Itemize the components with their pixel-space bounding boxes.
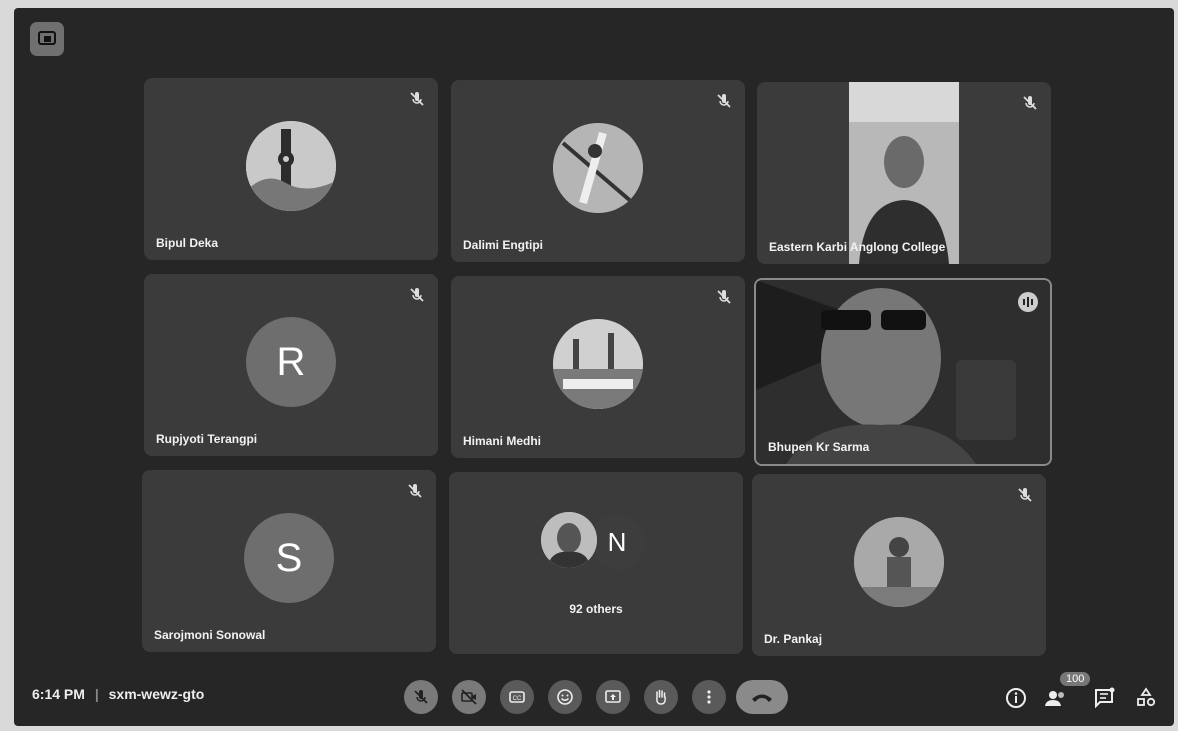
more-vertical-icon bbox=[707, 690, 711, 704]
raise-hand-icon bbox=[656, 689, 666, 705]
avatar bbox=[553, 319, 643, 409]
bottom-control-bar: 6:14 PM | sxm-wewz-gto CC 100 bbox=[14, 668, 1174, 726]
clock-time: 6:14 PM bbox=[32, 686, 85, 702]
participant-name: Eastern Karbi Anglong College bbox=[769, 240, 946, 254]
leave-call-button[interactable] bbox=[736, 680, 788, 714]
mic-off-icon bbox=[717, 290, 731, 304]
speaking-indicator-icon bbox=[1018, 292, 1038, 312]
avatar bbox=[246, 121, 336, 211]
chat-icon bbox=[1095, 687, 1115, 709]
companion-mode-button[interactable] bbox=[30, 22, 64, 56]
raise-hand-button[interactable] bbox=[644, 680, 678, 714]
emoji-icon bbox=[557, 689, 573, 705]
more-options-button[interactable] bbox=[692, 680, 726, 714]
meeting-info: 6:14 PM | sxm-wewz-gto bbox=[32, 686, 205, 702]
mic-off-icon bbox=[410, 92, 424, 106]
captions-button[interactable]: CC bbox=[500, 680, 534, 714]
chat-button[interactable] bbox=[1092, 686, 1116, 710]
participant-name: Himani Medhi bbox=[463, 434, 542, 448]
mic-off-icon bbox=[408, 484, 422, 498]
participant-name: Dr. Pankaj bbox=[764, 632, 823, 646]
others-tile[interactable]: N 92 others bbox=[449, 472, 743, 654]
people-button[interactable] bbox=[1044, 686, 1068, 710]
avatar: N bbox=[589, 514, 645, 570]
participant-tile[interactable]: Dalimi Engtipi bbox=[451, 80, 745, 262]
activities-button[interactable] bbox=[1134, 686, 1158, 710]
mic-off-icon bbox=[1018, 488, 1032, 502]
meeting-code: sxm-wewz-gto bbox=[108, 686, 205, 702]
avatar: S bbox=[244, 513, 334, 603]
end-call-icon bbox=[752, 694, 772, 702]
avatar bbox=[854, 517, 944, 607]
mic-off-icon bbox=[1023, 96, 1037, 110]
present-icon bbox=[605, 690, 621, 703]
avatar-initial: N bbox=[607, 526, 627, 557]
avatar bbox=[541, 512, 597, 568]
meet-screen: Bipul Deka Dalimi Engtipi Eastern Karbi … bbox=[14, 8, 1174, 726]
people-icon bbox=[1045, 691, 1064, 706]
video-feed bbox=[849, 82, 959, 264]
mic-off-icon bbox=[410, 288, 424, 302]
emoji-reactions-button[interactable] bbox=[548, 680, 582, 714]
participant-tile[interactable]: S Sarojmoni Sonowal bbox=[142, 470, 436, 652]
others-count: 92 others bbox=[569, 602, 623, 616]
participant-count-badge: 100 bbox=[1060, 672, 1091, 686]
mic-toggle-button[interactable] bbox=[404, 680, 438, 714]
info-icon bbox=[1006, 688, 1026, 708]
cast-icon bbox=[38, 31, 56, 45]
participant-tile-active-speaker[interactable]: Bhupen Kr Sarma bbox=[754, 278, 1052, 466]
activities-icon bbox=[1137, 687, 1156, 707]
avatar: R bbox=[246, 317, 336, 407]
video-feed bbox=[756, 280, 1050, 464]
participant-tile[interactable]: Eastern Karbi Anglong College bbox=[757, 82, 1051, 264]
participant-name: Bhupen Kr Sarma bbox=[768, 440, 870, 454]
svg-text:CC: CC bbox=[513, 696, 522, 702]
present-screen-button[interactable] bbox=[596, 680, 630, 714]
participant-tile[interactable]: Himani Medhi bbox=[451, 276, 745, 458]
participant-name: Rupjyoti Terangpi bbox=[156, 432, 258, 446]
camera-toggle-button[interactable] bbox=[452, 680, 486, 714]
camera-off-icon bbox=[461, 689, 477, 705]
mic-off-icon bbox=[717, 94, 731, 108]
mic-off-icon bbox=[414, 690, 428, 704]
captions-icon: CC bbox=[509, 691, 525, 703]
participant-tile[interactable]: Bipul Deka bbox=[144, 78, 438, 260]
meeting-details-button[interactable] bbox=[1004, 686, 1028, 710]
participant-name: Bipul Deka bbox=[156, 236, 219, 250]
avatar bbox=[553, 123, 643, 213]
participant-name: Sarojmoni Sonowal bbox=[154, 628, 266, 642]
participant-tile[interactable]: R Rupjyoti Terangpi bbox=[144, 274, 438, 456]
participant-tile[interactable]: Dr. Pankaj bbox=[752, 474, 1046, 656]
participant-name: Dalimi Engtipi bbox=[463, 238, 544, 252]
